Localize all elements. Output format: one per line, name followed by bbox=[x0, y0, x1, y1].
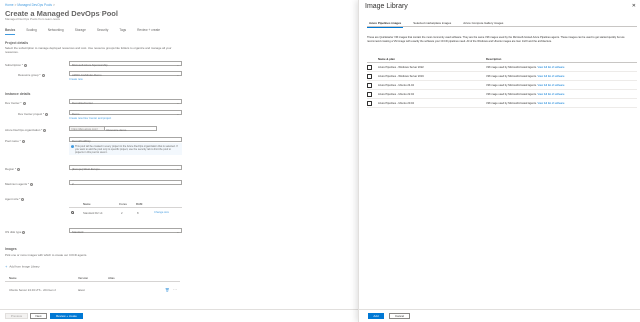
image-desc: VM image used by Microsoft-hosted Agents… bbox=[486, 84, 565, 87]
image-row[interactable]: Azure Pipelines - Ubuntu 20.04 VM image … bbox=[367, 99, 637, 108]
close-icon[interactable]: ✕ bbox=[632, 3, 636, 9]
software-list-link[interactable]: View full list of software bbox=[537, 102, 564, 105]
next-button[interactable]: Next bbox=[30, 313, 47, 319]
tab-azure-pipelines-images[interactable]: Azure Pipelines images bbox=[367, 21, 404, 28]
image-desc: VM image used by Microsoft-hosted Agents… bbox=[486, 75, 565, 78]
cancel-button[interactable]: Cancel bbox=[389, 313, 410, 319]
image-name: Azure Pipelines - Ubuntu 22.04 bbox=[378, 93, 414, 96]
row-checkbox[interactable] bbox=[367, 65, 372, 70]
panel-desc: These are Quickstarter VM images that co… bbox=[367, 36, 625, 43]
image-row[interactable]: Azure Pipelines - Ubuntu 24.04 VM image … bbox=[367, 81, 637, 90]
image-name: Azure Pipelines - Windows Server 2022 bbox=[378, 66, 424, 69]
software-list-link[interactable]: View full list of software bbox=[537, 84, 564, 87]
tab-compute-gallery-images[interactable]: Azure Compute Gallery images bbox=[461, 21, 505, 28]
image-name: Azure Pipelines - Windows Server 2019 bbox=[378, 75, 424, 78]
image-desc: VM image used by Microsoft-hosted Agents… bbox=[486, 93, 565, 96]
row-checkbox[interactable] bbox=[367, 101, 372, 106]
header-name-plan: Name & plan bbox=[378, 57, 395, 61]
image-row[interactable]: Azure Pipelines - Windows Server 2019 VM… bbox=[367, 72, 637, 81]
image-row[interactable]: Azure Pipelines - Windows Server 2022 VM… bbox=[367, 63, 637, 72]
review-create-button[interactable]: Review + create bbox=[50, 313, 83, 319]
previous-button[interactable]: Previous bbox=[5, 313, 28, 319]
image-name: Azure Pipelines - Ubuntu 24.04 bbox=[378, 84, 414, 87]
image-row[interactable]: Azure Pipelines - Ubuntu 22.04 VM image … bbox=[367, 90, 637, 99]
image-name: Azure Pipelines - Ubuntu 20.04 bbox=[378, 102, 414, 105]
dim-overlay bbox=[0, 0, 358, 322]
image-desc: VM image used by Microsoft-hosted Agents… bbox=[486, 66, 565, 69]
software-list-link[interactable]: View full list of software bbox=[537, 66, 564, 69]
panel-tabs: Azure Pipelines images Selected marketpl… bbox=[367, 21, 513, 28]
software-list-link[interactable]: View full list of software bbox=[537, 93, 564, 96]
image-library-panel: Image Library ✕ Azure Pipelines images S… bbox=[358, 0, 640, 322]
panel-title: Image Library bbox=[365, 3, 408, 10]
tab-marketplace-images[interactable]: Selected marketplace images bbox=[411, 21, 453, 28]
header-description: Description bbox=[486, 57, 502, 61]
software-list-link[interactable]: View full list of software bbox=[537, 75, 564, 78]
row-checkbox[interactable] bbox=[367, 74, 372, 79]
add-button[interactable]: Add bbox=[368, 313, 384, 319]
row-checkbox[interactable] bbox=[367, 83, 372, 88]
image-desc: VM image used by Microsoft-hosted Agents… bbox=[486, 102, 565, 105]
row-checkbox[interactable] bbox=[367, 92, 372, 97]
